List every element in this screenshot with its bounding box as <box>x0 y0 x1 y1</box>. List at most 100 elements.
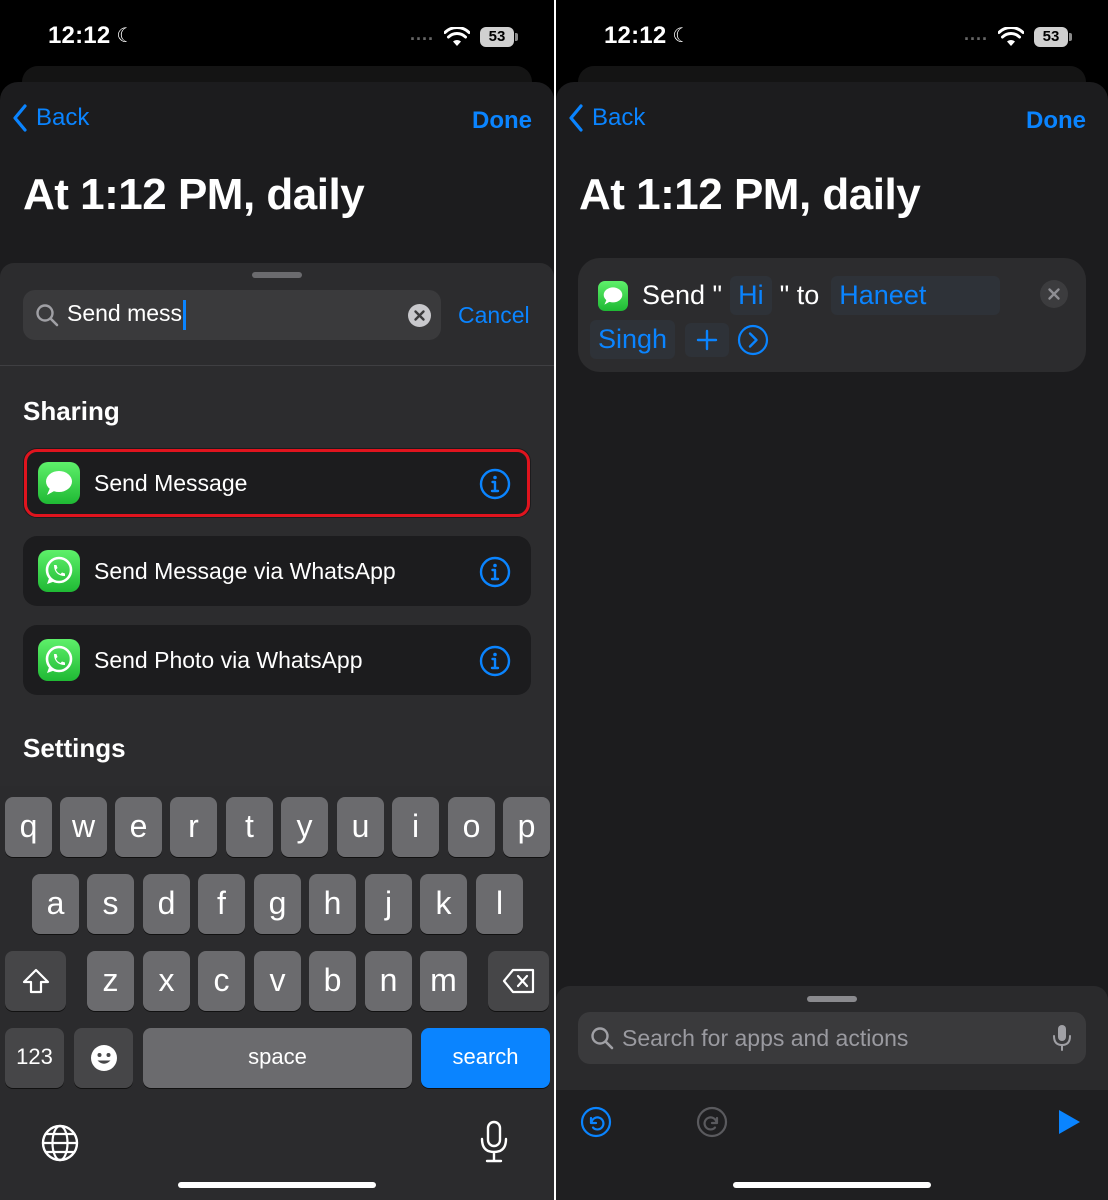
sheet-grabber[interactable] <box>252 272 302 278</box>
dictation-mic-icon[interactable] <box>478 1120 510 1164</box>
search-input[interactable]: Send mess <box>23 290 441 340</box>
key-e[interactable]: e <box>115 797 162 857</box>
remove-action-button[interactable] <box>1040 280 1068 308</box>
result-label: Send Message <box>94 469 248 496</box>
chevron-right-circle-icon[interactable] <box>737 324 769 356</box>
recipient-token-continued[interactable]: Singh <box>590 320 676 359</box>
done-button[interactable]: Done <box>1026 107 1086 135</box>
key-i[interactable]: i <box>392 797 439 857</box>
sheet-grabber[interactable] <box>807 996 857 1002</box>
result-send-message-whatsapp[interactable]: Send Message via WhatsApp <box>23 536 531 606</box>
play-icon[interactable] <box>1054 1108 1082 1136</box>
right-screen: 12:12 ☾ .... 53 Back Done At 1:12 PM, dai… <box>556 0 1108 1200</box>
key-b[interactable]: b <box>309 951 356 1011</box>
undo-icon[interactable] <box>580 1106 612 1138</box>
status-time: 12:12 ☾ <box>48 22 135 49</box>
keyboard: q w e r t y u i o p a s d f g h j k l z … <box>0 786 554 1200</box>
search-input[interactable]: Search for apps and actions <box>578 1012 1086 1064</box>
delete-key[interactable] <box>488 951 549 1011</box>
back-button[interactable]: Back <box>568 104 645 132</box>
editor-toolbar <box>556 1090 1108 1200</box>
clear-search-button[interactable] <box>408 304 431 327</box>
key-c[interactable]: c <box>198 951 245 1011</box>
chevron-left-icon <box>13 104 27 132</box>
info-icon[interactable] <box>479 645 511 677</box>
redo-icon[interactable] <box>696 1106 728 1138</box>
recipient-token[interactable]: Haneet <box>831 276 1001 315</box>
messages-app-icon <box>598 280 628 311</box>
key-g[interactable]: g <box>254 874 301 934</box>
moon-icon: ☾ <box>672 25 691 47</box>
key-j[interactable]: j <box>365 874 412 934</box>
close-icon <box>414 310 425 321</box>
key-m[interactable]: m <box>420 951 467 1011</box>
key-k[interactable]: k <box>420 874 467 934</box>
globe-icon[interactable] <box>40 1123 80 1163</box>
page-title: At 1:12 PM, daily <box>23 170 365 219</box>
key-n[interactable]: n <box>365 951 412 1011</box>
page-title: At 1:12 PM, daily <box>579 170 921 219</box>
plus-icon <box>696 329 718 350</box>
chevron-left-icon <box>569 104 583 132</box>
close-icon <box>1048 288 1060 300</box>
key-v[interactable]: v <box>254 951 301 1011</box>
left-screen: 12:12 ☾ .... 53 Back Done At 1:12 PM, dai… <box>0 0 554 1200</box>
key-u[interactable]: u <box>337 797 384 857</box>
send-message-action[interactable]: Send " Hi " to Haneet Singh <box>578 258 1086 372</box>
key-f[interactable]: f <box>198 874 245 934</box>
key-h[interactable]: h <box>309 874 356 934</box>
key-s[interactable]: s <box>87 874 134 934</box>
key-o[interactable]: o <box>448 797 495 857</box>
info-icon[interactable] <box>479 556 511 588</box>
key-r[interactable]: r <box>170 797 217 857</box>
numbers-key[interactable]: 123 <box>5 1028 64 1088</box>
key-a[interactable]: a <box>32 874 79 934</box>
shift-icon <box>22 969 49 994</box>
search-key[interactable]: search <box>421 1028 550 1088</box>
action-verb: Send " <box>642 280 723 310</box>
key-y[interactable]: y <box>281 797 328 857</box>
messages-app-icon <box>38 462 80 504</box>
moon-icon: ☾ <box>116 25 135 47</box>
shift-key[interactable] <box>5 951 66 1011</box>
key-l[interactable]: l <box>476 874 523 934</box>
key-x[interactable]: x <box>143 951 190 1011</box>
home-indicator[interactable] <box>733 1182 931 1188</box>
message-token[interactable]: Hi <box>730 276 772 315</box>
search-icon <box>36 304 59 327</box>
status-bar: 12:12 ☾ .... 53 <box>0 0 554 66</box>
text-caret <box>183 300 187 330</box>
whatsapp-app-icon <box>38 639 80 681</box>
backspace-icon <box>502 969 534 994</box>
search-placeholder: Search for apps and actions <box>622 1024 909 1051</box>
wifi-icon <box>444 27 470 46</box>
key-t[interactable]: t <box>226 797 273 857</box>
cellular-signal-icon: .... <box>963 23 988 44</box>
cancel-button[interactable]: Cancel <box>458 302 530 329</box>
result-label: Send Message via WhatsApp <box>94 557 396 584</box>
search-value: Send mess <box>67 300 183 327</box>
action-search-sheet: Send mess Cancel Sharing Send Message Se… <box>0 263 554 803</box>
status-time: 12:12 ☾ <box>604 22 691 49</box>
key-w[interactable]: w <box>60 797 107 857</box>
back-label: Back <box>36 104 90 131</box>
mic-icon[interactable] <box>1052 1024 1072 1052</box>
result-send-message[interactable]: Send Message <box>23 448 531 518</box>
key-d[interactable]: d <box>143 874 190 934</box>
key-z[interactable]: z <box>87 951 134 1011</box>
key-p[interactable]: p <box>503 797 550 857</box>
battery-icon: 53 <box>1034 27 1072 47</box>
back-button[interactable]: Back <box>12 104 89 132</box>
emoji-key[interactable] <box>74 1028 133 1088</box>
section-settings: Settings <box>23 733 126 763</box>
whatsapp-app-icon <box>38 550 80 592</box>
wifi-icon <box>998 27 1024 46</box>
home-indicator[interactable] <box>178 1182 376 1188</box>
done-button[interactable]: Done <box>472 107 532 135</box>
result-send-photo-whatsapp[interactable]: Send Photo via WhatsApp <box>23 625 531 695</box>
space-key[interactable]: space <box>143 1028 412 1088</box>
info-icon[interactable] <box>479 468 511 500</box>
add-recipient-button[interactable] <box>685 322 730 357</box>
key-q[interactable]: q <box>5 797 52 857</box>
action-search-sheet: Search for apps and actions <box>556 986 1108 1200</box>
